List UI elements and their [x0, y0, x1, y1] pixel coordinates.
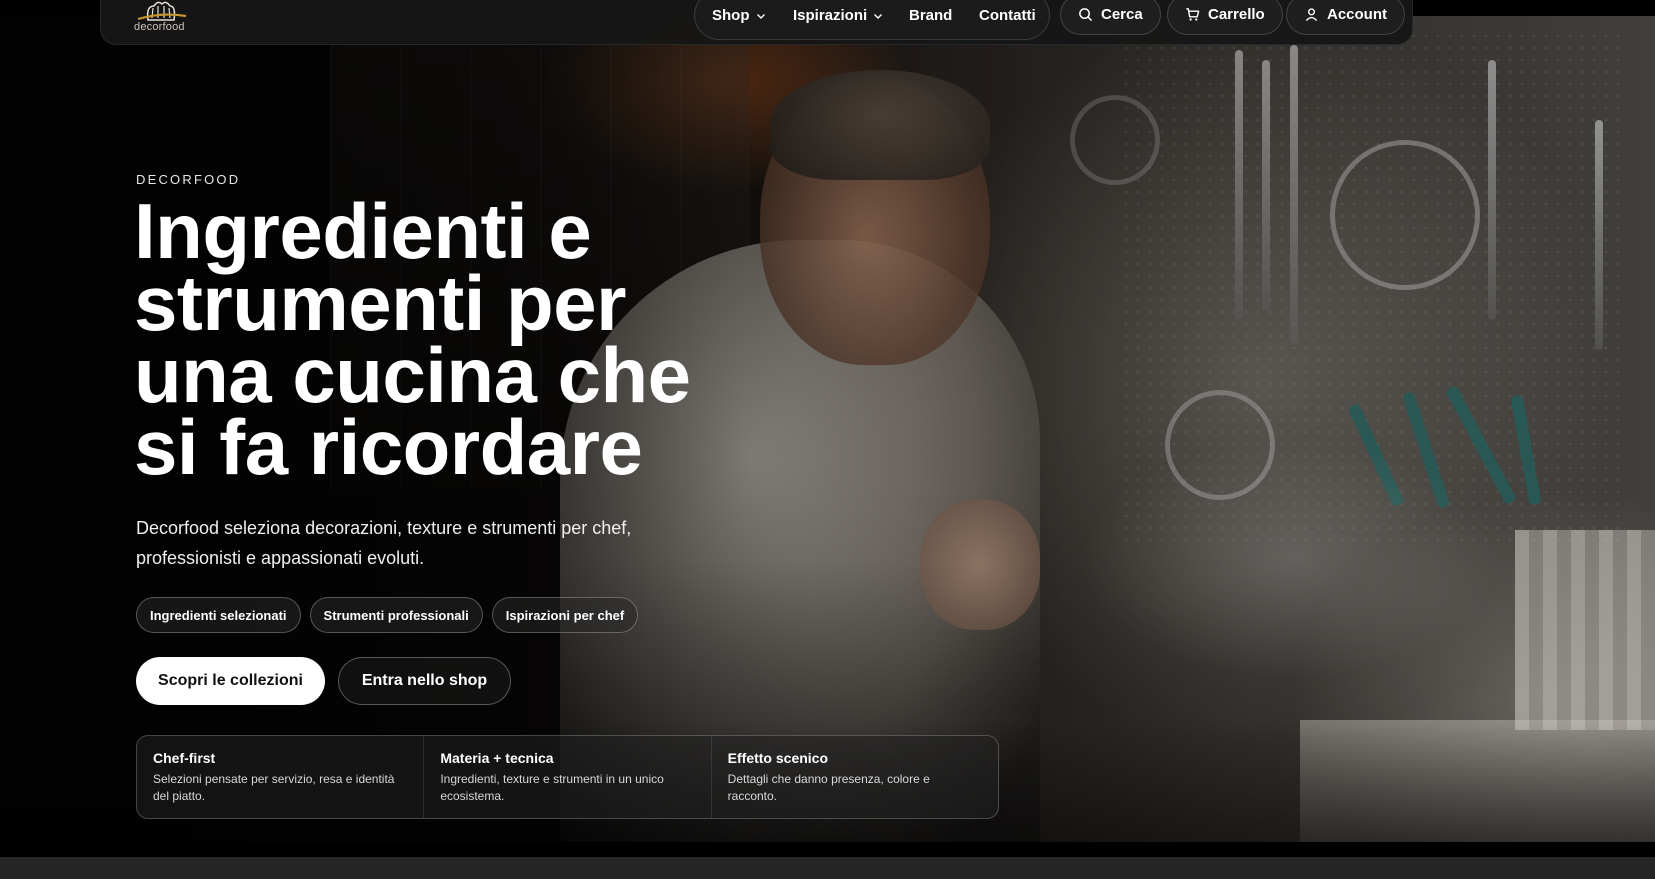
feature-description: Ingredienti, texture e strumenti in un u…	[440, 772, 664, 803]
account-button[interactable]: Account	[1286, 0, 1405, 35]
hero-headline: Ingredienti e strumenti per una cucina c…	[134, 187, 691, 491]
hero-tag-chips: Ingredienti selezionati Strumenti profes…	[136, 597, 639, 633]
nav-brand[interactable]: Brand	[909, 7, 952, 24]
hero-eyebrow: DECORFOOD	[136, 172, 241, 187]
brand-logo-text: decorfood	[134, 21, 185, 33]
search-button-label: Cerca	[1101, 6, 1143, 23]
feature-title: Chef-first	[153, 750, 216, 766]
search-button[interactable]: Cerca	[1060, 0, 1161, 35]
chip-ispirazioni-per-chef[interactable]: Ispirazioni per chef	[491, 597, 639, 633]
nav-contatti[interactable]: Contatti	[979, 7, 1036, 24]
nav-ispirazioni[interactable]: Ispirazioni	[793, 7, 884, 24]
next-section-preview	[0, 857, 1655, 879]
feature-card: Chef-first Selezioni pensate per servizi…	[137, 736, 425, 818]
chip-strumenti-professionali[interactable]: Strumenti professionali	[309, 597, 483, 633]
feature-title: Materia + tecnica	[440, 750, 554, 766]
cart-button-label: Carrello	[1208, 6, 1265, 23]
feature-card: Materia + tecnica Ingredienti, texture e…	[424, 736, 712, 818]
feature-description: Selezioni pensate per servizio, resa e i…	[153, 772, 395, 803]
cart-button[interactable]: Carrello	[1167, 0, 1283, 35]
nav-shop[interactable]: Shop	[712, 7, 767, 24]
feature-description: Dettagli che danno presenza, colore e ra…	[727, 772, 930, 803]
nav-ispirazioni-label: Ispirazioni	[793, 7, 868, 24]
hero-bottom-border	[0, 842, 1655, 857]
cart-icon	[1186, 8, 1200, 21]
chip-ingredienti-selezionati[interactable]: Ingredienti selezionati	[136, 597, 301, 633]
nav-brand-label: Brand	[909, 7, 953, 24]
feature-title: Effetto scenico	[727, 750, 829, 766]
enter-shop-button[interactable]: Entra nello shop	[338, 657, 511, 705]
discover-collections-button[interactable]: Scopri le collezioni	[136, 657, 325, 705]
nav-shop-label: Shop	[712, 7, 750, 24]
chevron-down-icon	[756, 13, 765, 19]
user-icon	[1305, 8, 1318, 22]
hero-subtitle: Decorfood seleziona decorazioni, texture…	[136, 518, 632, 568]
account-button-label: Account	[1327, 6, 1387, 23]
search-icon	[1079, 8, 1092, 21]
feature-card: Effetto scenico Dettagli che danno prese…	[712, 736, 998, 818]
nav-contatti-label: Contatti	[979, 7, 1036, 24]
chevron-down-icon	[874, 13, 883, 19]
feature-highlights: Chef-first Selezioni pensate per servizi…	[136, 735, 999, 819]
